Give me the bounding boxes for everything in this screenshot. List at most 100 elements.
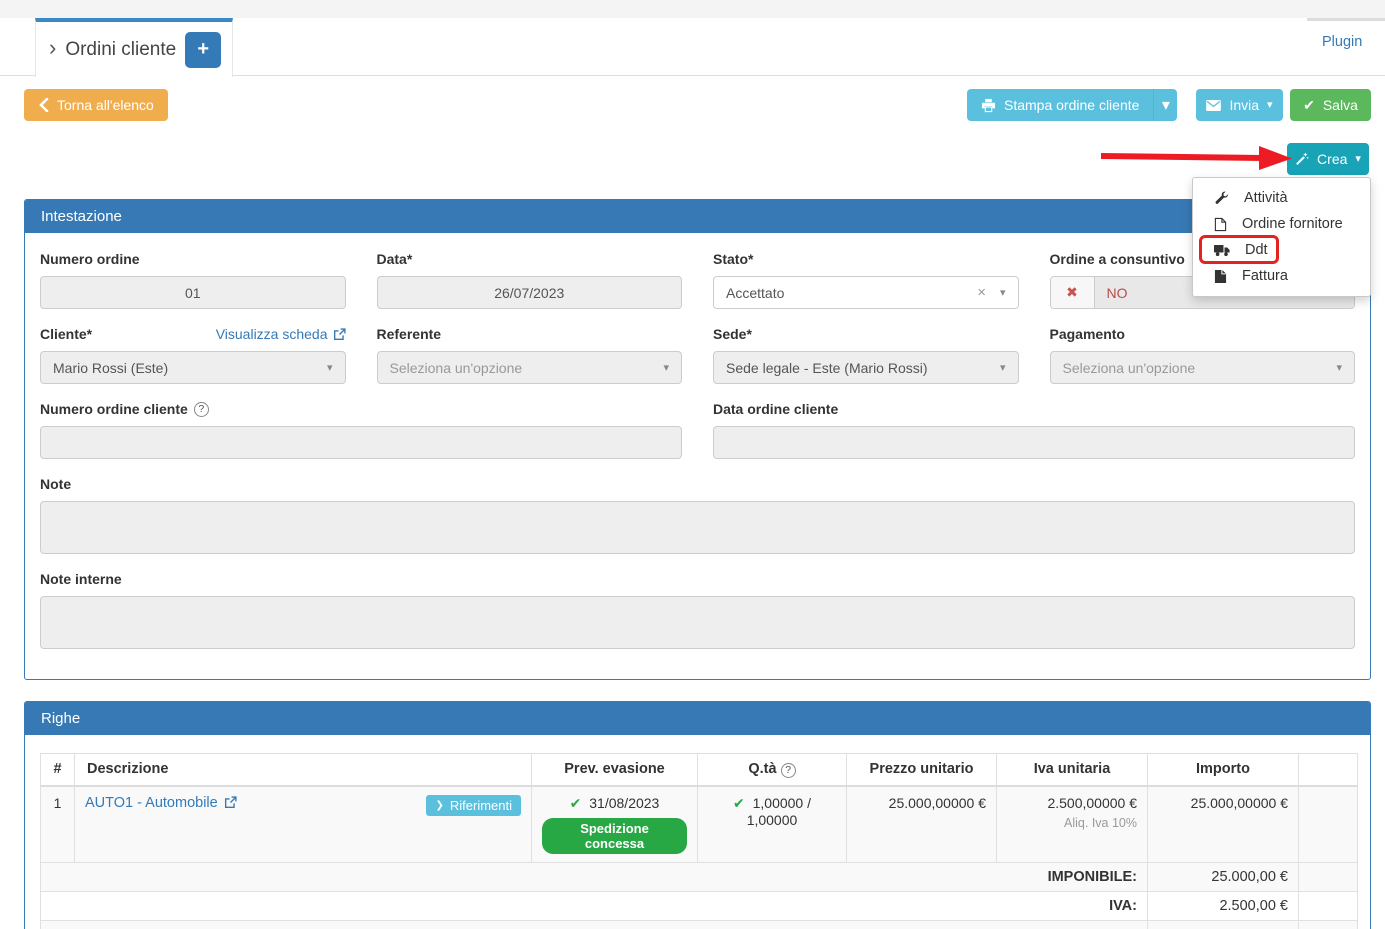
row-prezzo-cell: 25.000,00000 € bbox=[847, 786, 997, 863]
menu-item-ddt[interactable]: Ddt bbox=[1193, 237, 1370, 263]
sede-label: Sede* bbox=[713, 326, 1019, 342]
send-button[interactable]: Invia ▾ bbox=[1196, 89, 1283, 121]
table-row: 1 AUTO1 - Automobile bbox=[41, 786, 1358, 863]
cliente-label: Cliente* bbox=[40, 326, 92, 342]
page-title: Ordini cliente bbox=[65, 39, 176, 61]
numero-ordine-cliente-label: Numero ordine cliente bbox=[40, 401, 188, 417]
file-solid-icon bbox=[1214, 269, 1227, 284]
note-interne-label: Note interne bbox=[40, 571, 1355, 587]
total-row-imponibile: IMPONIBILE: 25.000,00 € bbox=[41, 862, 1358, 891]
col-importo: Importo bbox=[1148, 754, 1299, 786]
col-actions bbox=[1299, 754, 1358, 786]
riferimenti-badge[interactable]: ❯ Riferimenti bbox=[426, 795, 521, 816]
visualizza-scheda-label: Visualizza scheda bbox=[216, 326, 328, 342]
row-iva-cell: 2.500,00000 € Aliq. Iva 10% bbox=[997, 786, 1148, 863]
sede-value: Sede legale - Este (Mario Rossi) bbox=[726, 360, 928, 376]
chevron-left-icon bbox=[38, 98, 49, 112]
external-link-icon bbox=[333, 328, 346, 341]
iva-total-label: IVA: bbox=[41, 891, 1148, 920]
menu-item-ordine-fornitore[interactable]: Ordine fornitore bbox=[1193, 211, 1370, 237]
top-bar bbox=[0, 0, 1385, 18]
col-descrizione: Descrizione bbox=[75, 754, 532, 786]
field-data: Data* 26/07/2023 bbox=[377, 251, 683, 309]
iva-total-value: 2.500,00 € bbox=[1148, 891, 1299, 920]
panel-intestazione: Intestazione Numero ordine 01 Data* 26/0… bbox=[24, 199, 1371, 680]
col-num: # bbox=[41, 754, 75, 786]
caret-down-icon: ▾ bbox=[663, 361, 669, 374]
plugin-link[interactable]: Plugin bbox=[1322, 34, 1362, 50]
help-icon: ? bbox=[194, 402, 209, 417]
caret-down-icon: ▾ bbox=[1355, 154, 1361, 165]
field-sede: Sede* Sede legale - Este (Mario Rossi) ▾ bbox=[713, 326, 1019, 384]
panel-righe-header: Righe bbox=[25, 702, 1370, 735]
righe-table: # Descrizione Prev. evasione Q.tà ? Prez… bbox=[40, 753, 1358, 929]
magic-wand-icon bbox=[1295, 152, 1309, 166]
print-dropdown-toggle[interactable]: ▾ bbox=[1153, 89, 1177, 121]
field-cliente: Cliente* Visualizza scheda Mario Rossi (… bbox=[40, 326, 346, 384]
caret-down-icon: ▾ bbox=[327, 361, 333, 374]
pagamento-label: Pagamento bbox=[1050, 326, 1356, 342]
envelope-icon bbox=[1206, 100, 1221, 111]
total-row-iva: IVA: 2.500,00 € bbox=[41, 891, 1358, 920]
row-num: 1 bbox=[41, 786, 75, 863]
print-split-button: Stampa ordine cliente ▾ bbox=[967, 89, 1177, 121]
note-textarea bbox=[40, 501, 1355, 554]
col-prev-evasione: Prev. evasione bbox=[532, 754, 698, 786]
save-label: Salva bbox=[1323, 97, 1358, 113]
referente-select: Seleziona un'opzione ▾ bbox=[377, 351, 683, 384]
visualizza-scheda-link[interactable]: Visualizza scheda bbox=[216, 326, 346, 342]
red-pointer-arrow bbox=[1095, 145, 1295, 171]
field-note: Note bbox=[40, 476, 1355, 554]
caret-down-icon: ▾ bbox=[1162, 95, 1170, 115]
referente-placeholder: Seleziona un'opzione bbox=[390, 360, 523, 376]
prev-evasione-date: 31/08/2023 bbox=[589, 795, 659, 811]
riferimenti-label: Riferimenti bbox=[450, 798, 512, 813]
row-descrizione-cell: AUTO1 - Automobile ❯ Riferime bbox=[75, 786, 532, 863]
check-icon: ✔ bbox=[733, 795, 745, 811]
back-to-list-button[interactable]: Torna all'elenco bbox=[24, 89, 168, 121]
truck-icon bbox=[1214, 243, 1230, 257]
cliente-value: Mario Rossi (Este) bbox=[53, 360, 168, 376]
create-button[interactable]: Crea ▾ bbox=[1287, 143, 1369, 175]
save-button[interactable]: ✔ Salva bbox=[1290, 89, 1371, 121]
create-label: Crea bbox=[1317, 151, 1347, 167]
data-ordine-cliente-label: Data ordine cliente bbox=[713, 401, 1355, 417]
article-link-label: AUTO1 - Automobile bbox=[85, 795, 218, 811]
iva-value: 2.500,00000 € bbox=[1007, 795, 1137, 811]
article-link[interactable]: AUTO1 - Automobile bbox=[85, 795, 237, 811]
send-label: Invia bbox=[1229, 97, 1259, 113]
menu-item-label: Fattura bbox=[1242, 268, 1288, 284]
print-label: Stampa ordine cliente bbox=[1004, 97, 1139, 113]
imponibile-value: 25.000,00 € bbox=[1148, 862, 1299, 891]
row-actions-cell bbox=[1299, 786, 1358, 863]
caret-down-icon: ▾ bbox=[1000, 361, 1006, 374]
check-icon: ✔ bbox=[1303, 97, 1315, 114]
print-button[interactable]: Stampa ordine cliente bbox=[967, 89, 1153, 121]
note-interne-textarea bbox=[40, 596, 1355, 649]
panel-title: Righe bbox=[41, 710, 80, 727]
clear-icon[interactable]: × bbox=[977, 284, 986, 301]
wrench-icon bbox=[1214, 191, 1229, 206]
menu-item-label: Ordine fornitore bbox=[1242, 216, 1343, 232]
external-link-icon bbox=[224, 796, 237, 809]
menu-item-fattura[interactable]: Fattura bbox=[1193, 263, 1370, 289]
stato-select[interactable]: Accettato × ▾ bbox=[713, 276, 1019, 309]
total-row-partial bbox=[41, 920, 1358, 929]
field-stato: Stato* Accettato × ▾ bbox=[713, 251, 1019, 309]
add-order-button[interactable]: + bbox=[185, 32, 221, 68]
imponibile-label: IMPONIBILE: bbox=[41, 862, 1148, 891]
tab-ordini-cliente[interactable]: › Ordini cliente + bbox=[35, 18, 233, 77]
menu-item-attivita[interactable]: Attività bbox=[1193, 185, 1370, 211]
back-to-list-label: Torna all'elenco bbox=[57, 97, 154, 113]
create-dropdown-menu: Attività Ordine fornitore Ddt Fattura bbox=[1192, 177, 1371, 297]
field-referente: Referente Seleziona un'opzione ▾ bbox=[377, 326, 683, 384]
qta-value-1: 1,00000 / bbox=[753, 795, 811, 811]
chevron-right-icon: › bbox=[49, 37, 56, 59]
qta-value-2: 1,00000 bbox=[708, 812, 836, 828]
field-numero-ordine: Numero ordine 01 bbox=[40, 251, 346, 309]
cliente-select: Mario Rossi (Este) ▾ bbox=[40, 351, 346, 384]
panel-title: Intestazione bbox=[41, 208, 122, 225]
file-outline-icon bbox=[1214, 217, 1227, 232]
caret-down-icon: ▾ bbox=[1336, 361, 1342, 374]
row-prev-evasione-cell: ✔ 31/08/2023 Spedizione concessa bbox=[532, 786, 698, 863]
